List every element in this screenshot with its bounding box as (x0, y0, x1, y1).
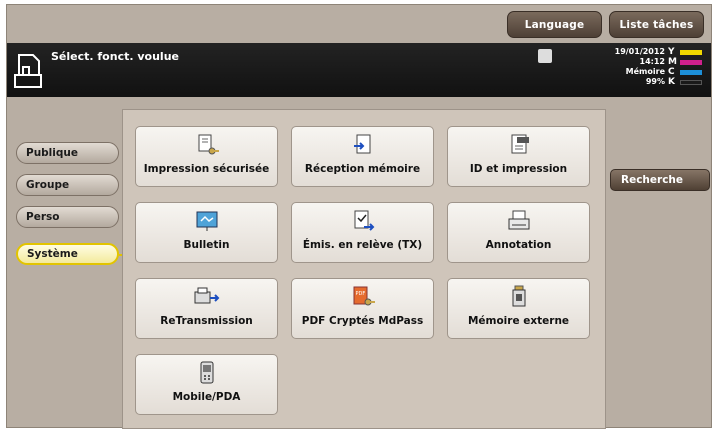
toner-row-y: Y (668, 47, 708, 57)
page-title: Sélect. fonct. voulue (51, 50, 179, 63)
bulletin-icon (196, 211, 217, 231)
retransmission-icon (194, 287, 219, 304)
tab-systeme[interactable]: Système (16, 243, 119, 265)
toner-bar-cyan (680, 69, 702, 75)
toner-row-k: K (668, 77, 708, 87)
tile-label: Impression sécurisée (143, 163, 270, 175)
toner-row-c: C (668, 67, 708, 77)
tile-label: ReTransmission (160, 315, 253, 327)
memory-label: Mémoire (625, 67, 665, 76)
tile-label: Mémoire externe (467, 315, 570, 327)
job-list-button[interactable]: Liste tâches (609, 11, 704, 38)
tile-id-et-impression[interactable]: ID et impression (447, 126, 590, 187)
tile-mobile-pda[interactable]: Mobile/PDA (135, 354, 278, 415)
id-print-icon (511, 134, 529, 154)
toner-letter: C (668, 67, 675, 77)
toner-letter: M (668, 57, 677, 67)
toner-bar-magenta (680, 59, 702, 65)
mobile-pda-icon (200, 361, 213, 384)
time-text: 14:12 (639, 57, 665, 66)
date-text: 19/01/2012 (614, 47, 665, 56)
tile-memoire-externe[interactable]: Mémoire externe (447, 278, 590, 339)
tile-label: Réception mémoire (304, 163, 421, 175)
memory-value: 99% (645, 77, 665, 86)
tile-bulletin[interactable]: Bulletin (135, 202, 278, 263)
annotation-icon (508, 210, 529, 230)
tile-retransmission[interactable]: ReTransmission (135, 278, 278, 339)
tile-annotation[interactable]: Annotation (447, 202, 590, 263)
toner-bar-black (680, 79, 702, 85)
toner-bar-yellow (680, 49, 702, 55)
memory-receive-icon (353, 134, 370, 154)
svg-text:PDF: PDF (355, 291, 365, 297)
header-bar: Sélect. fonct. voulue 19/01/2012 14:12 M… (7, 43, 711, 97)
toner-row-m: M (668, 57, 708, 67)
tile-label: PDF Cryptés MdPass (301, 315, 424, 327)
external-memory-icon (512, 285, 525, 307)
document-hand-icon (14, 54, 42, 88)
tile-label: Mobile/PDA (172, 391, 241, 403)
toner-letter: K (668, 77, 675, 87)
tile-label: ID et impression (469, 163, 568, 175)
function-panel: Impression sécurisée Réception mémoire I… (122, 109, 606, 429)
secure-print-icon (198, 134, 219, 155)
toner-letter: Y (668, 47, 675, 57)
status-readout: 19/01/2012 14:12 Mémoire 99% (605, 47, 665, 87)
pdf-encrypted-icon: PDF (353, 286, 375, 306)
tile-label: Annotation (485, 239, 552, 251)
tab-groupe[interactable]: Groupe (16, 174, 119, 196)
tab-publique[interactable]: Publique (16, 142, 119, 164)
control-panel-screen: Language Liste tâches Sélect. fonct. vou… (6, 4, 712, 429)
printer-status-icon (538, 49, 552, 63)
tab-perso[interactable]: Perso (16, 206, 119, 228)
tile-reception-memoire[interactable]: Réception mémoire (291, 126, 434, 187)
tile-label: Émis. en relève (TX) (302, 239, 423, 251)
tile-emis-en-releve[interactable]: Émis. en relève (TX) (291, 202, 434, 263)
tile-label: Bulletin (183, 239, 230, 251)
polling-tx-icon (354, 210, 374, 231)
tile-impression-securisee[interactable]: Impression sécurisée (135, 126, 278, 187)
language-button[interactable]: Language (507, 11, 602, 38)
tile-pdf-cryptes[interactable]: PDF PDF Cryptés MdPass (291, 278, 434, 339)
toner-levels: Y M C K (668, 47, 708, 87)
search-button[interactable]: Recherche (610, 169, 710, 191)
